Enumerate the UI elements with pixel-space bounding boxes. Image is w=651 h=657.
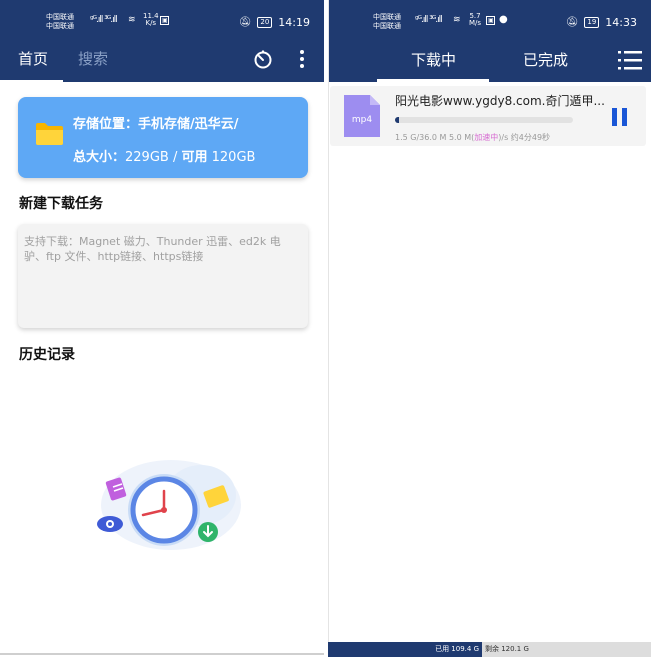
signal-icon: ᵍᴳ.ıll ³ᴳ.ıll	[90, 15, 118, 25]
storage-used: 已用 109.4 G	[328, 642, 482, 657]
download-progress-bar	[395, 117, 573, 123]
more-vertical-icon[interactable]	[294, 48, 310, 70]
download-link-input-box[interactable]	[18, 224, 308, 328]
download-progress-fill	[395, 117, 399, 123]
download-title: 阳光电影www.ygdy8.com.奇门遁甲...	[395, 94, 605, 108]
download-item[interactable]: mp4 阳光电影www.ygdy8.com.奇门遁甲... 1.5 G/36.0…	[330, 86, 646, 146]
image-icon: ▣	[486, 16, 495, 25]
battery-icon: 20	[257, 17, 273, 28]
home-screen: 中国联通 中国联通 ᵍᴳ.ıll ³ᴳ.ıll ≋ 11.4 K/s ▣ 🔕︎ …	[0, 0, 324, 657]
status-bar: 中国联通 中国联通 ᵍᴳ.ıll ³ᴳ.ıll ≋ 11.4 K/s ▣ 🔕︎ …	[0, 0, 324, 36]
clock-time: 14:33	[605, 16, 637, 29]
qq-icon: ●	[499, 14, 508, 25]
toolbar: 首页 搜索	[0, 36, 324, 83]
battery-icon: 19	[584, 17, 600, 28]
tab-home[interactable]: 首页	[18, 48, 48, 69]
empty-history-illustration	[97, 460, 241, 550]
accelerating-label: 加速中	[474, 133, 499, 142]
signal-icon: ᵍᴳ.ıll ³ᴳ.ıll	[415, 15, 443, 25]
mute-icon: 🔕︎	[565, 17, 579, 28]
carrier-label: 中国联通 中国联通	[46, 13, 74, 30]
tab-search[interactable]: 搜索	[78, 48, 108, 69]
carrier-label: 中国联通 中国联通	[373, 13, 401, 30]
tab-indicator	[0, 80, 63, 83]
timer-icon[interactable]	[253, 50, 273, 70]
net-speed: 11.4 K/s	[143, 12, 159, 27]
folder-icon	[36, 123, 63, 145]
storage-usage-bar: 已用 109.4 G 剩余 120.1 G	[328, 642, 651, 657]
mp4-file-icon: mp4	[344, 95, 380, 137]
net-speed: 5.7 M/s	[469, 12, 482, 27]
storage-card[interactable]: 存储位置：手机存储/迅华云/ 总大小：229GB / 可用 120GB	[18, 97, 308, 178]
top-bar: 中国联通 中国联通 ᵍᴳ.ıll ³ᴳ.ıll ≋ 5.7 M/s ▣ ● 🔕︎…	[329, 0, 651, 82]
new-task-title: 新建下载任务	[19, 196, 103, 212]
tab-downloading[interactable]: 下载中	[411, 49, 456, 70]
storage-location: 存储位置：手机存储/迅华云/	[73, 117, 239, 132]
wifi-icon: ≋	[128, 15, 135, 25]
list-menu-icon[interactable]	[618, 49, 642, 71]
top-bar: 中国联通 中国联通 ᵍᴳ.ıll ³ᴳ.ıll ≋ 11.4 K/s ▣ 🔕︎ …	[0, 0, 324, 83]
toolbar: 下载中 已完成	[329, 36, 651, 82]
download-meta: 1.5 G/36.0 M 5.0 M(加速中)/s 约4分49秒	[395, 133, 551, 142]
tab-completed[interactable]: 已完成	[523, 49, 568, 70]
tab-indicator	[377, 79, 489, 82]
status-bar: 中国联通 中国联通 ᵍᴳ.ıll ³ᴳ.ıll ≋ 5.7 M/s ▣ ● 🔕︎…	[329, 0, 651, 36]
svg-text:mp4: mp4	[352, 115, 372, 125]
download-link-input[interactable]	[18, 224, 308, 328]
bottom-divider	[0, 653, 324, 655]
history-title: 历史记录	[19, 347, 75, 363]
wifi-icon: ≋	[453, 15, 460, 25]
mute-icon: 🔕︎	[238, 17, 252, 28]
storage-free: 剩余 120.1 G	[482, 642, 651, 657]
clock-time: 14:19	[278, 16, 310, 29]
storage-size: 总大小：229GB / 可用 120GB	[73, 150, 256, 165]
pause-button[interactable]	[611, 107, 629, 127]
image-icon: ▣	[160, 16, 169, 25]
